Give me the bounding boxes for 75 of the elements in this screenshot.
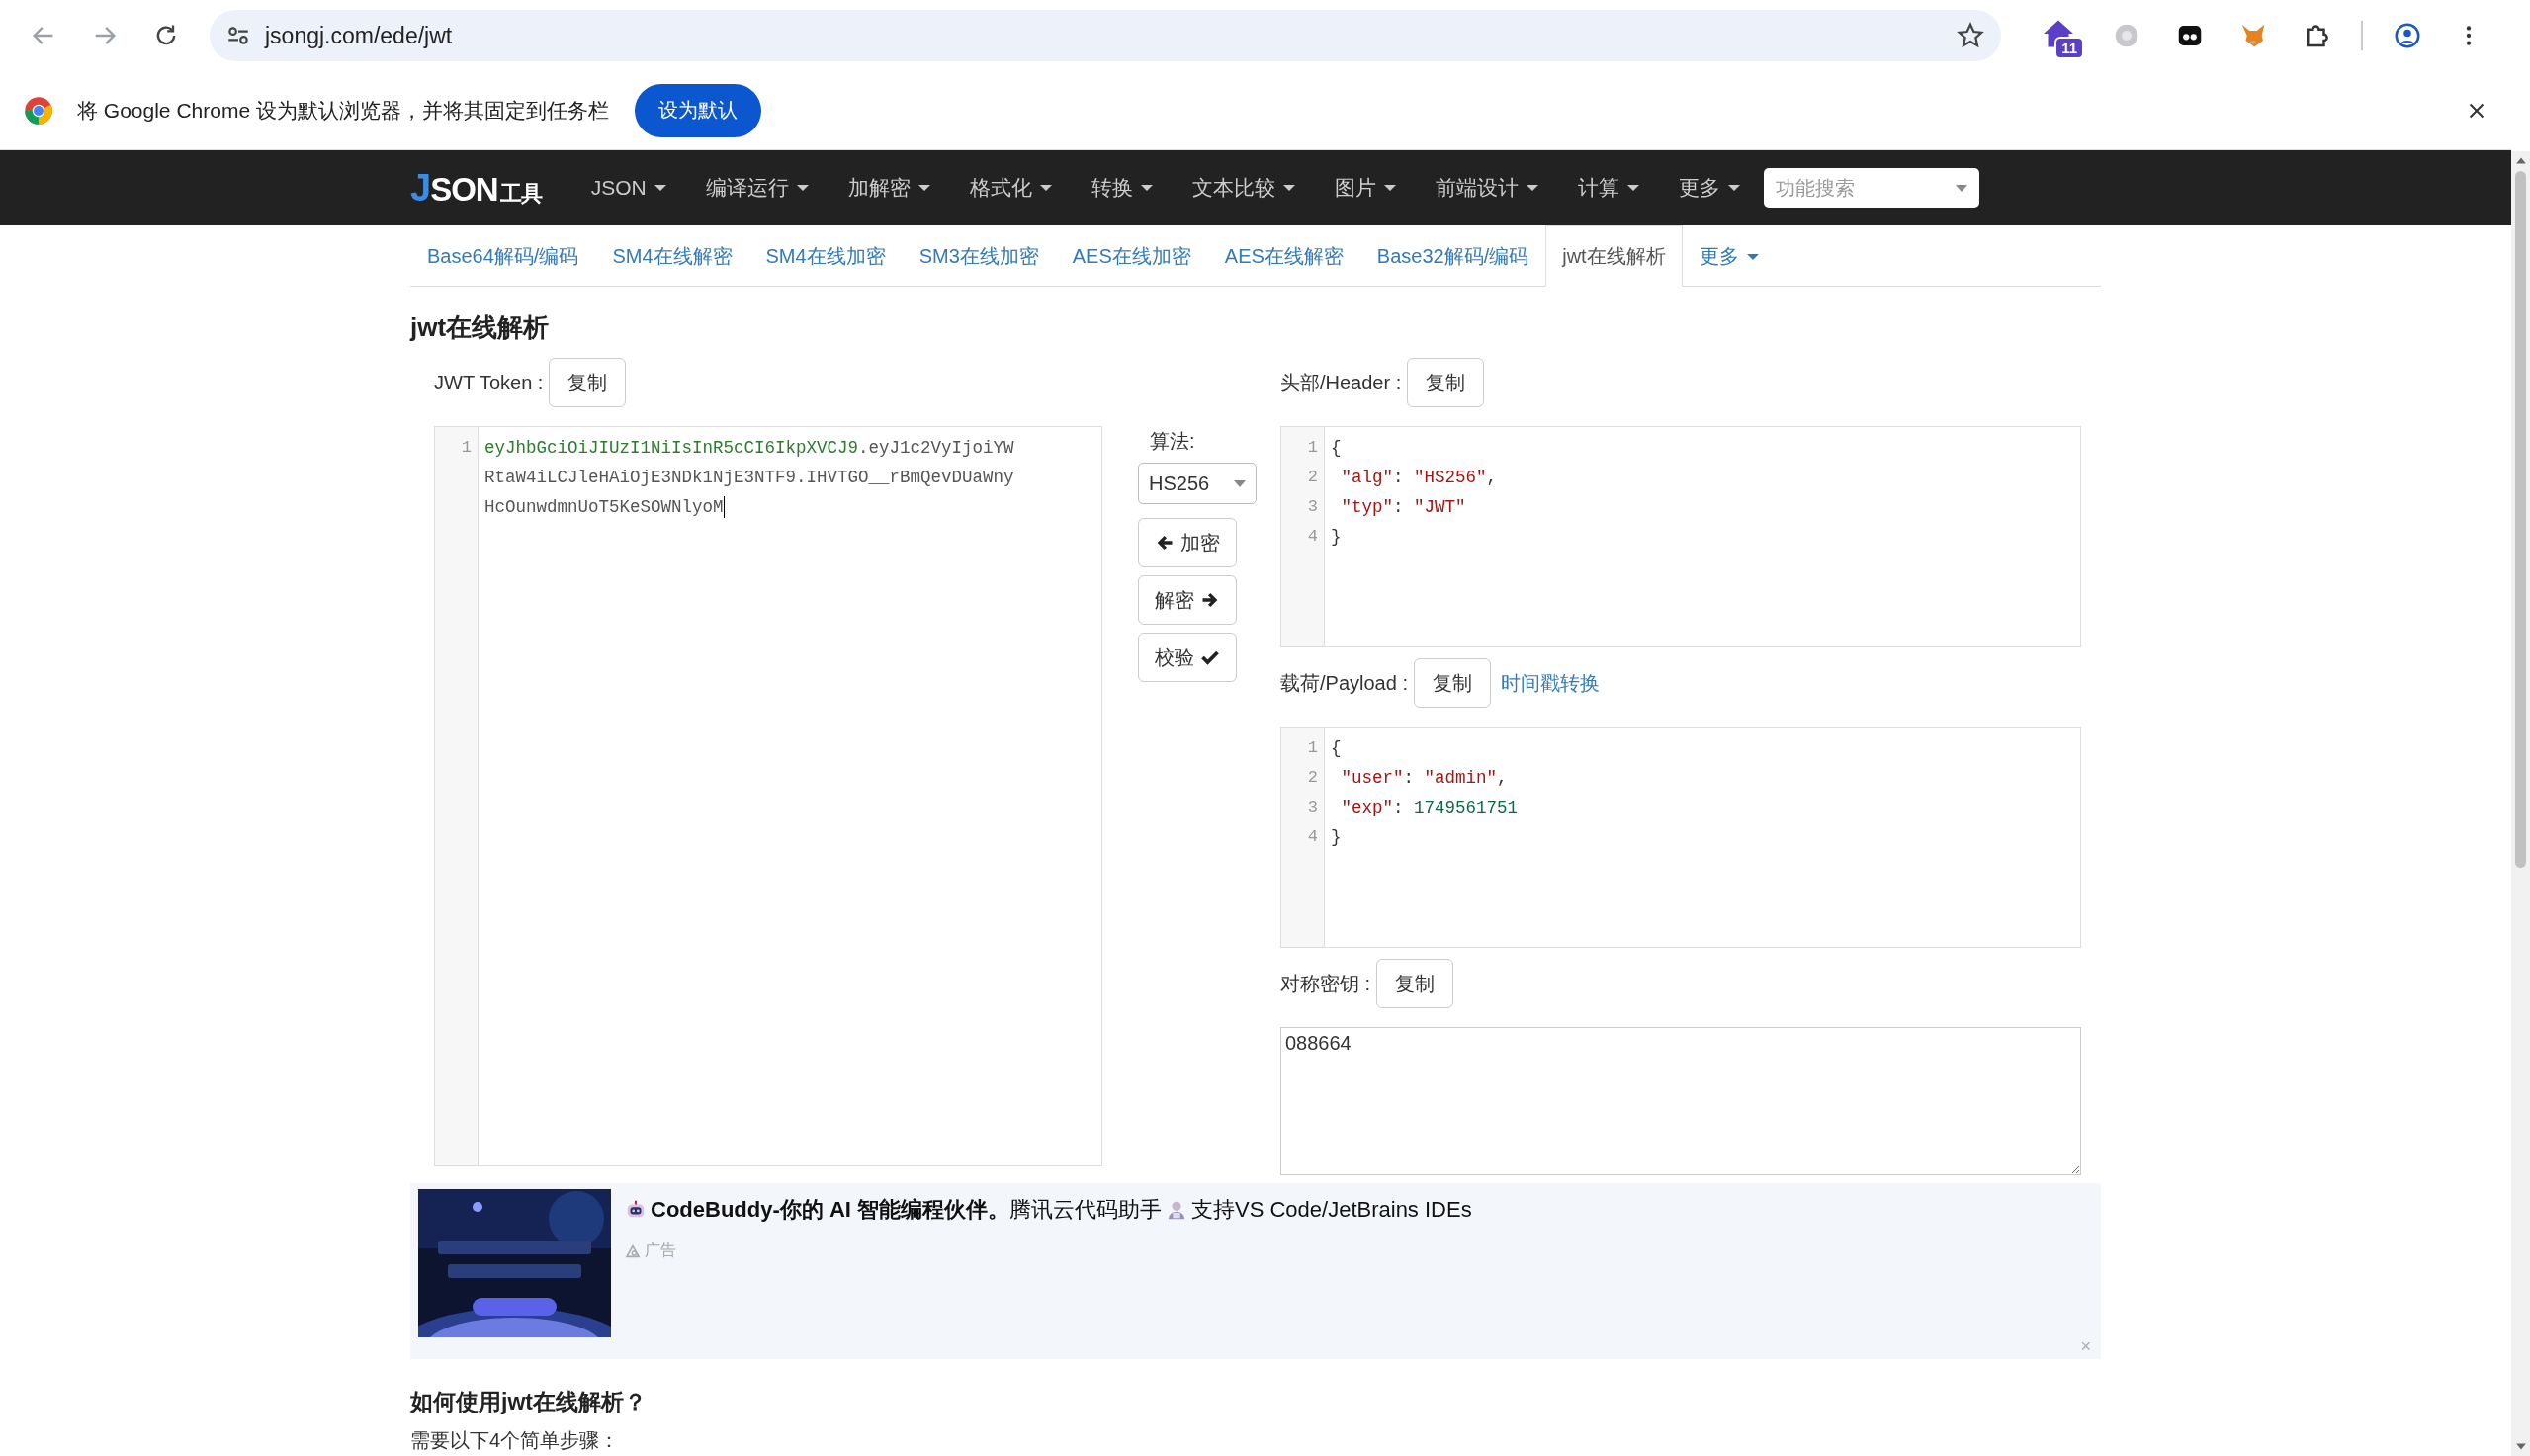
tool-tab[interactable]: SM4在线解密	[595, 225, 749, 287]
ad-tagline[interactable]: 支持VS Code/JetBrains IDEs	[1191, 1195, 1472, 1225]
nav-menu[interactable]: 计算	[1557, 174, 1659, 202]
tool-tab[interactable]: SM3在线加密	[902, 225, 1056, 287]
line-number: 3	[1307, 797, 1318, 818]
nav-menu[interactable]: 文本比较	[1172, 174, 1315, 202]
copy-button[interactable]: 复制	[1413, 658, 1491, 708]
token-editor[interactable]: 1 eyJhbGciOiJIUzI1NiIsInR5cCI6IkpXVCJ9.eyJ1c2VyIjoiYWRtaW4iLCJleHAiOjE3NDk1NjE3NTF9.IHVTGO__rBmQevDUaWnyHcOunwdmnUoT5KeSOWNlyoM	[434, 426, 1102, 1166]
line-number: 1	[1307, 437, 1318, 459]
line-number: 2	[1307, 467, 1318, 488]
tool-tab[interactable]: AES在线解密	[1207, 225, 1360, 287]
scrollbar[interactable]	[2511, 151, 2530, 1456]
infobar-message: 将 Google Chrome 设为默认浏览器，并将其固定到任务栏	[77, 97, 609, 124]
ad-marker-icon	[625, 1242, 641, 1259]
header-editor[interactable]: 1 2 3 4 { "alg": "HS256", "typ": "JWT" }	[1280, 426, 2081, 647]
code-line: {	[1331, 737, 1343, 760]
profile-icon[interactable]	[2393, 21, 2422, 50]
code-line: "user": "admin",	[1340, 767, 1509, 790]
verify-button[interactable]: 校验	[1138, 633, 1237, 682]
nav-menu[interactable]: 转换	[1071, 174, 1173, 202]
line-number: 2	[1307, 767, 1318, 789]
encode-button[interactable]: 加密	[1138, 518, 1237, 567]
tool-tab[interactable]: jwt在线解析	[1545, 225, 1683, 287]
decode-button[interactable]: 解密	[1138, 575, 1237, 625]
tool-tab[interactable]: Base64解码/编码	[410, 225, 596, 287]
extension-badge: 11	[2054, 37, 2084, 59]
code-line: }	[1331, 526, 1343, 549]
key-label: 对称密钥 :	[1280, 971, 1371, 996]
timestamp-link[interactable]: 时间戳转换	[1500, 669, 1600, 697]
token-label: JWT Token :	[434, 371, 544, 394]
line-number: 3	[1307, 496, 1318, 518]
copy-button[interactable]: 复制	[549, 358, 627, 407]
set-default-button[interactable]: 设为默认	[634, 83, 761, 137]
tool-tab[interactable]: AES在线加密	[1055, 225, 1208, 287]
code-line: "exp": 1749561751	[1340, 797, 1519, 819]
nav-menu[interactable]: JSON	[570, 176, 686, 200]
ad-label: 广告	[645, 1241, 676, 1260]
scrollbar-thumb[interactable]	[2515, 171, 2526, 868]
tool-tab[interactable]: Base32解码/编码	[1359, 225, 1546, 287]
section-text: 需要以下4个简单步骤：	[410, 1428, 621, 1453]
key-field[interactable]: 088664	[1280, 1027, 2081, 1175]
code-line: {	[1331, 437, 1343, 460]
line-number: 1	[1307, 737, 1318, 759]
code-line: "alg": "HS256",	[1340, 467, 1498, 489]
line-number: 1	[461, 437, 472, 459]
nav-menu[interactable]: 加解密	[828, 174, 950, 202]
nav-menu[interactable]: 编译运行	[685, 174, 829, 202]
page-title: jwt在线解析	[410, 311, 551, 344]
section-heading: 如何使用jwt在线解析？	[410, 1388, 648, 1416]
address-bar[interactable]: jsongj.com/ede/jwt	[210, 10, 2001, 61]
algorithm-label: 算法:	[1150, 429, 1195, 454]
browser-logo-icon	[24, 95, 53, 126]
token-text: eyJhbGciOiJIUzI1NiIsInR5cCI6IkpXVCJ9.eyJ1c2VyIjoiYWRtaW4iLCJleHAiOjE3NDk1NjE3NTF9.IHVTGO__rBmQevDUaWnyHcOunwdmnUoT5KeSOWNlyoM	[483, 437, 1015, 521]
arrow-right-icon	[1200, 590, 1220, 610]
line-number: 4	[1307, 526, 1318, 548]
nav-menu[interactable]: 前端设计	[1415, 174, 1558, 202]
nav-menu[interactable]: 格式化	[949, 174, 1072, 202]
code-line: "typ": "JWT"	[1340, 496, 1467, 519]
more-tab[interactable]: 更多	[1682, 225, 1776, 287]
nav-menu[interactable]: 更多	[1658, 174, 1760, 202]
code-line: }	[1331, 826, 1343, 849]
copy-button[interactable]: 复制	[1376, 959, 1454, 1008]
line-number: 4	[1307, 826, 1318, 848]
arrow-left-icon	[1155, 533, 1175, 553]
tool-tab[interactable]: SM4在线加密	[748, 225, 903, 287]
site-logo[interactable]: JSON工具	[410, 166, 542, 210]
payload-label: 载荷/Payload :	[1280, 670, 1408, 696]
person-icon	[1166, 1199, 1187, 1221]
header-label: 头部/Header :	[1280, 370, 1402, 395]
nav-menu[interactable]: 图片	[1314, 174, 1416, 202]
copy-button[interactable]: 复制	[1407, 358, 1485, 407]
algorithm-select[interactable]: HS256	[1138, 463, 1257, 504]
payload-editor[interactable]: 1 2 3 4 { "user": "admin", "exp": 1749561751 }	[1280, 727, 2081, 948]
ad-title[interactable]: CodeBuddy-你的 AI 智能编程伙伴。腾讯云代码助手	[651, 1195, 1162, 1225]
bookmark-star-icon[interactable]	[1956, 21, 1985, 50]
